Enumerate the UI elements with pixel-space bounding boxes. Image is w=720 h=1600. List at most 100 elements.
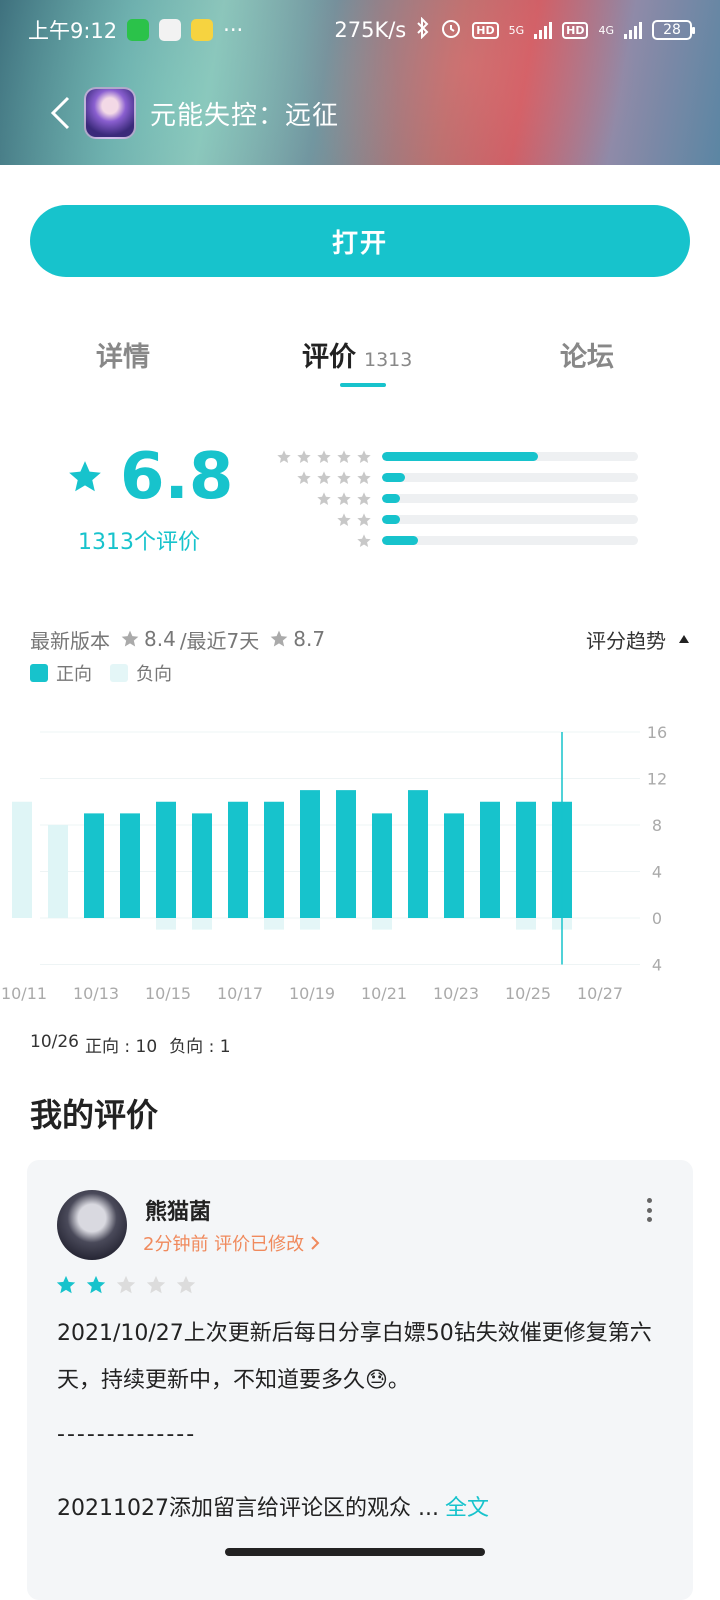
distribution-track — [382, 515, 638, 524]
signal-icon — [624, 21, 642, 39]
distribution-stars — [266, 491, 382, 507]
overall-score: 6.8 — [66, 440, 233, 514]
open-button[interactable]: 打开 — [30, 205, 690, 277]
bar-positive — [156, 801, 176, 918]
x-tick-label: 10/25 — [505, 984, 551, 1003]
bar-positive — [264, 801, 284, 918]
star-icon — [69, 461, 101, 492]
selected-negative: 负向 : 1 — [169, 1037, 231, 1057]
more-options-button[interactable] — [645, 1198, 653, 1222]
clock: 上午9:12 — [28, 19, 118, 43]
chevron-right-icon — [311, 1236, 320, 1250]
distribution-row — [266, 467, 656, 488]
bar-positive — [336, 790, 356, 918]
tab-details[interactable]: 详情 — [96, 335, 150, 374]
star-icon — [337, 491, 351, 505]
review-count: 1313个评价 — [78, 530, 200, 555]
network-type: 5G — [508, 23, 525, 37]
bar-positive — [300, 790, 320, 918]
star-empty-icon — [146, 1275, 166, 1294]
recent-label: /最近7天 — [179, 628, 260, 653]
distribution-stars — [266, 449, 382, 465]
rating-summary: 6.8 1313个评价 — [0, 440, 720, 560]
review-meta[interactable]: 2分钟前 评价已修改 — [143, 1230, 320, 1256]
tab-reviews-label: 评价 — [302, 342, 356, 373]
bar-negative — [372, 918, 392, 930]
distribution-stars — [266, 512, 382, 528]
status-bar: 上午9:12 ··· 275K/s HD 5G HD 4G 28 — [0, 0, 720, 60]
hd-badge: HD — [562, 21, 589, 39]
header-banner: 上午9:12 ··· 275K/s HD 5G HD 4G 28 元能失控：远征 — [0, 0, 720, 165]
bar-negative — [516, 918, 536, 930]
review-text: 2021/10/27上次更新后每日分享白嫖50钻失效催更修复第六天，持续更新中，… — [57, 1321, 652, 1393]
username[interactable]: 熊猫菌 — [145, 1194, 211, 1226]
avatar[interactable] — [57, 1190, 127, 1260]
bar-negative — [264, 918, 284, 930]
rating-trend-toggle[interactable]: 评分趋势 — [586, 625, 690, 654]
tab-forum[interactable]: 论坛 — [560, 335, 614, 374]
star-icon — [121, 630, 139, 647]
legend-positive-swatch — [30, 664, 48, 682]
distribution-fill — [382, 452, 539, 461]
active-tab-indicator — [340, 383, 386, 387]
distribution-row — [266, 530, 656, 551]
star-icon — [357, 470, 371, 484]
x-tick-label: 10/23 — [433, 984, 479, 1003]
battery-icon: 28 — [652, 20, 695, 40]
alarm-icon — [440, 17, 462, 44]
review-card[interactable]: 熊猫菌 2分钟前 评价已修改 2021/10/27上次更新后每日分享白嫖50钻失… — [27, 1160, 693, 1600]
star-empty-icon — [176, 1275, 196, 1294]
full-text-link[interactable]: 全文 — [445, 1496, 489, 1521]
x-tick-label: 10/11 — [1, 984, 47, 1003]
y-tick-label: 4 — [652, 956, 662, 975]
score-value: 6.8 — [120, 440, 234, 514]
legend-negative-label: 负向 — [136, 664, 172, 685]
review-more-text: 20211027添加留言给评论区的观众 ... — [57, 1496, 439, 1521]
distribution-track — [382, 452, 638, 461]
star-icon — [270, 630, 288, 647]
legend-negative-swatch — [110, 664, 128, 682]
app-notification-icon — [191, 19, 214, 41]
bar-negative — [300, 918, 320, 930]
distribution-track — [382, 473, 638, 482]
star-icon — [317, 491, 331, 505]
home-indicator[interactable] — [225, 1548, 485, 1556]
star-icon — [337, 512, 351, 526]
distribution-row — [266, 446, 656, 467]
app-icon — [84, 87, 136, 139]
y-tick-label: 4 — [652, 863, 662, 882]
x-tick-label: 10/17 — [217, 984, 263, 1003]
tab-bar: 详情 评价 1313 论坛 — [0, 325, 720, 395]
latest-version-label: 最新版本 — [30, 628, 110, 653]
review-star-rating — [55, 1274, 197, 1296]
star-icon — [297, 470, 311, 484]
bar-positive — [48, 825, 68, 918]
star-icon — [277, 449, 291, 463]
x-tick-label: 10/13 — [73, 984, 119, 1003]
star-icon — [317, 470, 331, 484]
bar-chart-svg: 16 12 8 4 0 4 10/11 10/13 10/15 10/17 10/19 10/21 10… — [1, 723, 667, 1003]
tab-reviews[interactable]: 评价 1313 — [302, 335, 412, 374]
bluetooth-icon — [416, 16, 430, 44]
rating-trend-chart[interactable]: 16 12 8 4 0 4 10/11 10/13 10/15 10/17 10/19 10/21 10… — [0, 715, 720, 1015]
distribution-fill — [382, 494, 400, 503]
star-icon — [357, 449, 371, 463]
bar-positive — [516, 801, 536, 918]
chart-legend: 正向 负向 — [30, 660, 172, 686]
more-notifications: ··· — [223, 18, 244, 42]
y-tick-label: 16 — [647, 723, 667, 742]
selected-day-detail: 10/26 正向 : 10 负向 : 1 — [30, 1032, 231, 1057]
selected-positive: 正向 : 10 — [85, 1037, 158, 1057]
bar-positive — [192, 813, 212, 918]
trend-label: 评分趋势 — [586, 628, 666, 653]
star-empty-icon — [116, 1275, 136, 1294]
back-button[interactable] — [40, 93, 80, 133]
distribution-track — [382, 536, 638, 545]
bar-positive — [444, 813, 464, 918]
bar-negative — [192, 918, 212, 930]
distribution-fill — [382, 515, 400, 524]
bar-positive — [480, 801, 500, 918]
star-icon — [357, 512, 371, 526]
legend-positive-label: 正向 — [56, 664, 92, 685]
star-filled-icon — [86, 1275, 106, 1294]
